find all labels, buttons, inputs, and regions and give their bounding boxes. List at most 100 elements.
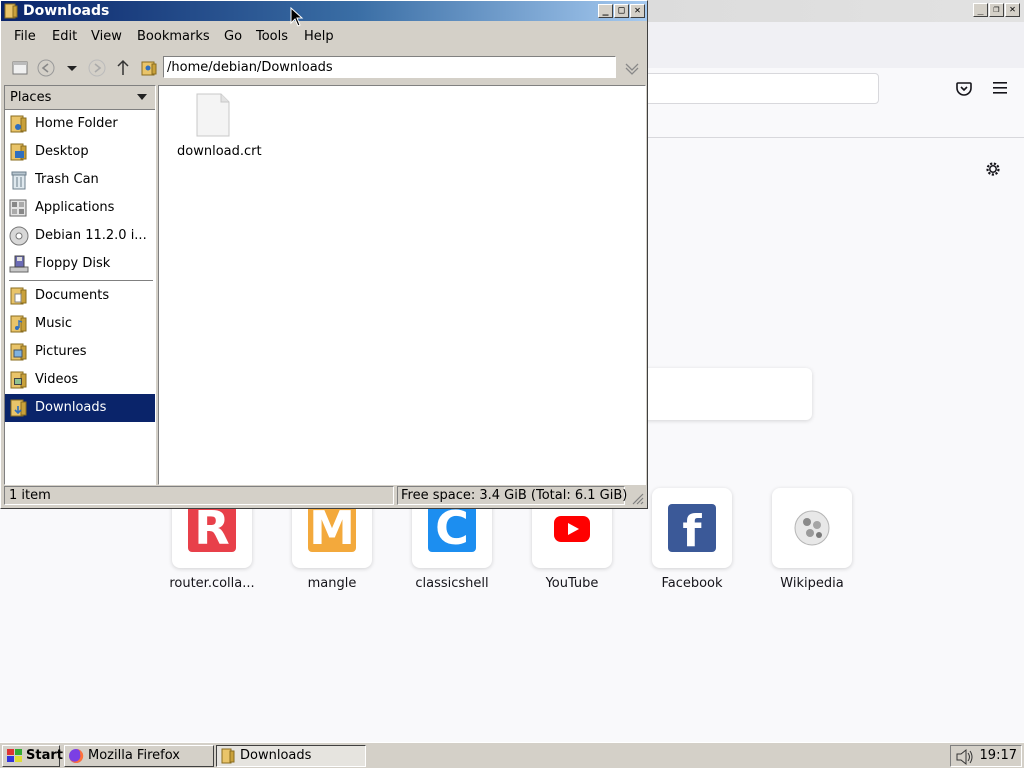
folder-icon — [4, 3, 18, 19]
top-site-tile[interactable]: f — [652, 488, 732, 568]
path-bar-input[interactable] — [163, 56, 616, 78]
top-site-facebook[interactable]: f Facebook — [632, 488, 752, 591]
go-chevron-icon[interactable] — [622, 58, 642, 78]
music-folder-icon — [10, 315, 27, 333]
sidebar-item-music[interactable]: Music — [5, 310, 155, 338]
top-site-label: mangle — [307, 576, 357, 591]
resize-grip-icon[interactable] — [630, 491, 644, 505]
top-site-label: YouTube — [545, 576, 599, 591]
home-folder-icon[interactable] — [139, 58, 159, 78]
top-site-label: Wikipedia — [780, 576, 844, 591]
firefox-close-button[interactable]: ✕ — [1005, 3, 1020, 17]
router-logo-icon: R — [188, 504, 236, 552]
places-sidebar: Places Home Folder Desktop Trash Can App… — [4, 85, 156, 485]
item-count-status: 1 item — [4, 486, 394, 505]
youtube-logo-icon — [554, 516, 590, 542]
file-item[interactable]: download.crt — [177, 92, 262, 159]
free-space-status: Free space: 3.4 GiB (Total: 6.1 GiB) — [397, 486, 627, 505]
sidebar-item-label: Pictures — [35, 344, 87, 359]
sidebar-item-label: Music — [35, 316, 72, 331]
file-manager-titlebar[interactable]: Downloads _ □ ✕ — [1, 1, 647, 21]
mangle-logo-icon: M — [308, 501, 356, 555]
task-firefox[interactable]: Mozilla Firefox — [64, 745, 214, 767]
trash-icon — [11, 171, 27, 190]
sidebar-item-label: Documents — [35, 288, 110, 303]
back-icon[interactable] — [36, 58, 56, 78]
hamburger-menu-icon[interactable] — [992, 80, 1008, 96]
minimize-button[interactable]: _ — [598, 4, 613, 18]
system-tray: 19:17 — [950, 745, 1022, 767]
taskbar: Start Mozilla Firefox Downloads 19:17 — [0, 742, 1024, 768]
wikipedia-logo-icon — [794, 510, 830, 546]
sidebar-item-debian-cd[interactable]: Debian 11.2.0 i... — [5, 222, 155, 250]
videos-folder-icon — [10, 371, 27, 389]
sidebar-item-label: Home Folder — [35, 116, 118, 131]
sidebar-item-floppy-disk[interactable]: Floppy Disk — [5, 250, 155, 278]
menu-go[interactable]: Go — [224, 29, 242, 44]
gear-icon[interactable] — [984, 160, 1002, 178]
menu-bookmarks[interactable]: Bookmarks — [137, 29, 210, 44]
sidebar-item-videos[interactable]: Videos — [5, 366, 155, 394]
floppy-icon — [9, 255, 29, 273]
pictures-folder-icon — [10, 343, 27, 361]
sidebar-item-label: Downloads — [35, 400, 107, 415]
menu-help[interactable]: Help — [304, 29, 334, 44]
forward-icon[interactable] — [87, 58, 107, 78]
history-dropdown-icon[interactable] — [62, 58, 82, 78]
desktop-icon — [10, 143, 27, 161]
firefox-icon — [69, 748, 84, 763]
home-folder-icon — [10, 115, 27, 133]
chevron-down-icon[interactable] — [137, 92, 147, 102]
task-downloads[interactable]: Downloads — [216, 745, 366, 767]
sidebar-item-label: Trash Can — [35, 172, 99, 187]
places-header-label: Places — [10, 90, 52, 105]
start-button[interactable]: Start — [2, 745, 63, 767]
up-arrow-icon[interactable] — [113, 58, 133, 78]
sidebar-item-downloads[interactable]: Downloads — [5, 394, 155, 422]
places-header[interactable]: Places — [5, 86, 155, 110]
top-site-label: router.colla... — [169, 576, 255, 591]
firefox-minimize-button[interactable]: _ — [973, 3, 988, 17]
documents-folder-icon — [10, 287, 27, 305]
sidebar-item-pictures[interactable]: Pictures — [5, 338, 155, 366]
menu-file[interactable]: File — [14, 29, 36, 44]
sidebar-item-desktop[interactable]: Desktop — [5, 138, 155, 166]
cd-drive-icon — [9, 226, 29, 246]
folder-icon — [221, 748, 235, 764]
sidebar-item-label: Floppy Disk — [35, 256, 111, 271]
firefox-maximize-button[interactable]: ❐ — [989, 3, 1004, 17]
sidebar-item-label: Debian 11.2.0 i... — [35, 228, 147, 243]
task-label: Mozilla Firefox — [88, 748, 180, 763]
downloads-folder-icon — [10, 399, 27, 417]
toolbar — [2, 53, 646, 83]
menu-tools[interactable]: Tools — [256, 29, 288, 44]
sidebar-item-label: Desktop — [35, 144, 89, 159]
menu-bar: File Edit View Bookmarks Go Tools Help — [2, 25, 646, 51]
sidebar-item-applications[interactable]: Applications — [5, 194, 155, 222]
top-site-wikipedia[interactable]: Wikipedia — [752, 488, 872, 591]
maximize-button[interactable]: □ — [614, 4, 629, 18]
pocket-icon[interactable] — [955, 80, 973, 98]
file-view[interactable]: download.crt — [158, 85, 646, 485]
task-label: Downloads — [240, 748, 312, 763]
clock: 19:17 — [979, 748, 1017, 763]
file-name: download.crt — [177, 144, 262, 159]
menu-edit[interactable]: Edit — [52, 29, 77, 44]
mouse-cursor-icon — [290, 7, 304, 27]
file-manager-window: Downloads _ □ ✕ File Edit View Bookmarks… — [0, 0, 648, 509]
sidebar-item-documents[interactable]: Documents — [5, 282, 155, 310]
new-tab-icon[interactable] — [10, 58, 30, 78]
volume-icon[interactable] — [955, 748, 975, 766]
sidebar-item-trash-can[interactable]: Trash Can — [5, 166, 155, 194]
start-label: Start — [26, 748, 63, 763]
top-site-tile[interactable] — [772, 488, 852, 568]
close-button[interactable]: ✕ — [630, 4, 645, 18]
start-logo-icon — [7, 749, 22, 762]
status-bar: 1 item Free space: 3.4 GiB (Total: 6.1 G… — [2, 485, 646, 507]
sidebar-item-home-folder[interactable]: Home Folder — [5, 110, 155, 138]
facebook-logo-icon: f — [668, 504, 716, 557]
sidebar-item-label: Applications — [35, 200, 115, 215]
menu-view[interactable]: View — [91, 29, 122, 44]
document-file-icon — [196, 93, 230, 137]
top-site-label: Facebook — [661, 576, 723, 591]
